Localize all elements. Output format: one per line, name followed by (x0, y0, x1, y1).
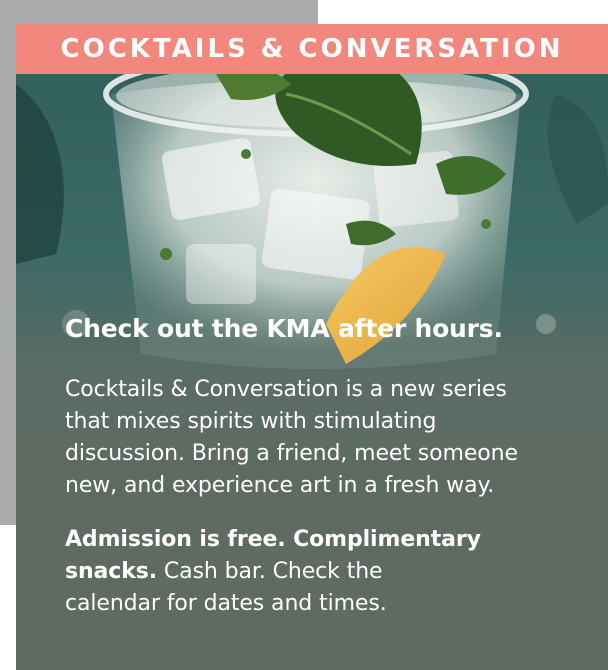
admission-cash-bar: Cash bar. Check the (157, 559, 383, 584)
description-line: that mixes spirits with stimulating (65, 409, 437, 434)
headline: Check out the KMA after hours. (65, 314, 503, 343)
description-line: Cocktails & Conversation is a new series (65, 377, 507, 402)
admission-line-3: calendar for dates and times. (65, 591, 387, 616)
description: Cocktails & Conversation is a new series… (65, 374, 585, 502)
card-content: Check out the KMA after hours. Cocktails… (65, 312, 585, 642)
admission-line-1: Admission is free. Complimentary (65, 527, 481, 552)
series-banner: COCKTAILS & CONVERSATION (16, 24, 608, 74)
event-card: COCKTAILS & CONVERSATION Check out the K… (16, 24, 608, 670)
admission-line-2: snacks. Cash bar. Check the (65, 556, 585, 588)
admission-info: Admission is free. Complimentary snacks.… (65, 524, 585, 620)
admission-snacks: snacks. (65, 559, 158, 584)
description-line: discussion. Bring a friend, meet someone (65, 441, 518, 466)
banner-title: COCKTAILS & CONVERSATION (60, 34, 564, 64)
description-line: new, and experience art in a fresh way. (65, 473, 495, 498)
